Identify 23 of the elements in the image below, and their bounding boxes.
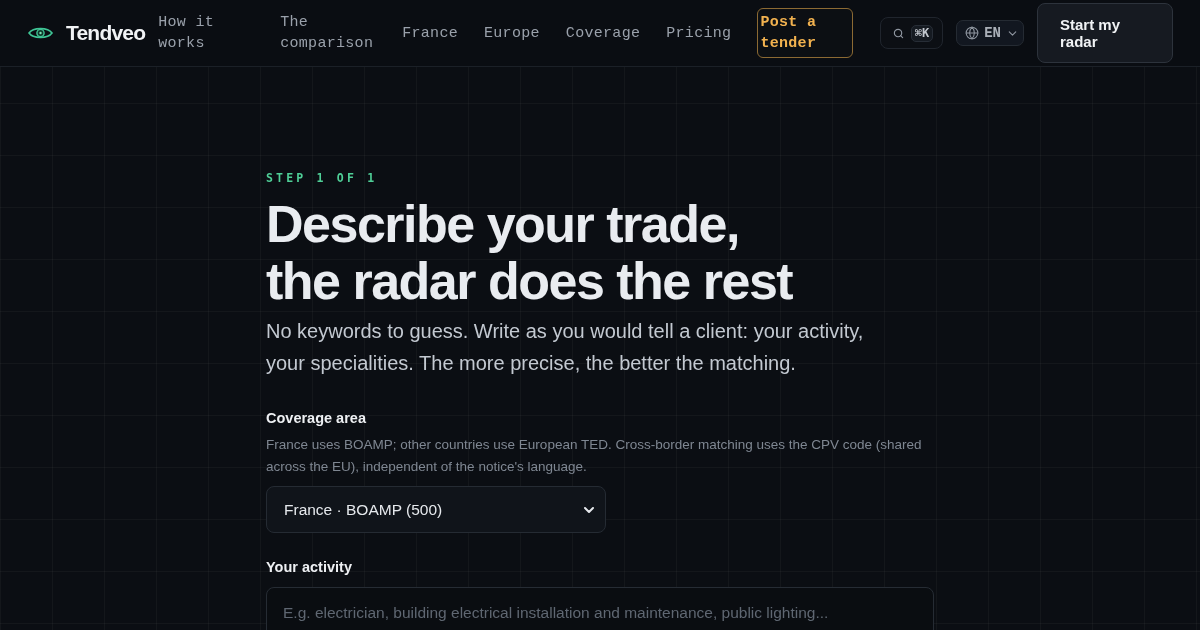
nav-link[interactable]: France [402, 22, 458, 44]
intro-text: No keywords to guess. Write as you would tell a client: your activity, your specialities. The more precise, the better the matching. [266, 319, 865, 376]
search-icon [892, 27, 904, 39]
nav-link[interactable]: Coverage [565, 22, 641, 44]
nav-link[interactable]: Pricing [666, 22, 732, 44]
start-radar-button[interactable]: Start my radar [1037, 3, 1173, 63]
nav-link[interactable]: The comparison [280, 12, 377, 54]
nav-link[interactable]: Europe [484, 22, 540, 44]
language-button[interactable]: EN [956, 20, 1024, 46]
search-button[interactable]: ⌘K [879, 17, 944, 49]
page-heading: Describe your trade, [266, 196, 739, 253]
nav-link[interactable]: How it works [158, 12, 255, 54]
step-label: STEP 1 OF 1 [266, 170, 378, 186]
eye-icon [28, 26, 53, 40]
field-label: Coverage area [266, 409, 366, 428]
post-tender-button[interactable]: Post a tender [757, 8, 854, 58]
page-heading: the radar does the rest [266, 253, 793, 310]
field-label: Your activity [266, 558, 352, 577]
activity-input[interactable]: E.g. electrician, building electrical installation and maintenance, public lighting... [266, 587, 934, 630]
globe-icon [965, 26, 980, 40]
coverage-select[interactable]: France · BOAMP (500) [266, 486, 606, 533]
field-hint: France uses BOAMP; other countries use European TED. Cross-border matching uses the CPV code (shared across the EU), independent of the notice's language. [266, 436, 923, 476]
brand-name[interactable]: Tendveo [66, 21, 146, 45]
